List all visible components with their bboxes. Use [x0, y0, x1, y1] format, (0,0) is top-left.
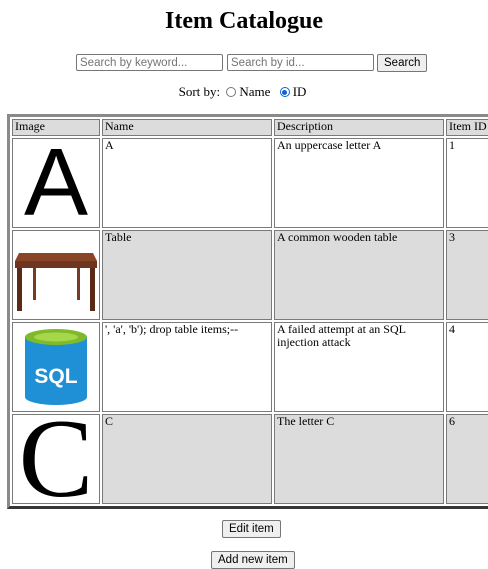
- column-header-name: Name: [102, 119, 272, 136]
- item-name-cell: C: [102, 414, 272, 504]
- edit-item-button[interactable]: Edit item: [222, 520, 281, 538]
- table-row[interactable]: A A An uppercase letter A 1: [12, 138, 488, 228]
- sort-id-label: ID: [292, 84, 307, 99]
- column-header-item-id: Item ID: [446, 119, 488, 136]
- letter-a-glyph: A: [23, 139, 89, 227]
- item-image-cell: SQL: [12, 322, 100, 412]
- column-header-image: Image: [12, 119, 100, 136]
- page-title: Item Catalogue: [165, 8, 323, 34]
- sort-label: Sort by:: [178, 84, 221, 99]
- item-id-cell: 1: [446, 138, 488, 228]
- sql-database-image: SQL: [13, 323, 99, 411]
- item-image-cell: [12, 230, 100, 320]
- table-row[interactable]: C C The letter C 6: [12, 414, 488, 504]
- column-header-description: Description: [274, 119, 444, 136]
- wooden-table-image: [13, 231, 99, 319]
- item-table: Image Name Description Item ID A A An up…: [7, 114, 488, 509]
- item-image-cell: A: [12, 138, 100, 228]
- item-name-cell: ', 'a', 'b'); drop table items;--: [102, 322, 272, 412]
- item-id-cell: 4: [446, 322, 488, 412]
- item-description-cell: The letter C: [274, 414, 444, 504]
- item-description-cell: A failed attempt at an SQL injection att…: [274, 322, 444, 412]
- search-button[interactable]: Search: [377, 54, 428, 72]
- item-image-cell: C: [12, 414, 100, 504]
- wooden-table-icon: [15, 253, 97, 311]
- id-search-input[interactable]: [227, 54, 374, 71]
- letter-a-image: A: [13, 139, 99, 227]
- table-row[interactable]: SQL ', 'a', 'b'); drop table items;-- A …: [12, 322, 488, 412]
- keyword-search-input[interactable]: [76, 54, 223, 71]
- letter-c-image: C: [13, 415, 99, 503]
- item-name-cell: Table: [102, 230, 272, 320]
- sort-by-id-option[interactable]: ID: [279, 84, 307, 99]
- item-name-cell: A: [102, 138, 272, 228]
- sql-database-icon: SQL: [25, 329, 87, 405]
- sort-controls: Sort by: Name ID: [0, 84, 488, 100]
- sort-by-name-option[interactable]: Name: [226, 84, 270, 99]
- item-description-cell: A common wooden table: [274, 230, 444, 320]
- sort-name-label: Name: [239, 84, 271, 99]
- item-description-cell: An uppercase letter A: [274, 138, 444, 228]
- add-new-item-button[interactable]: Add new item: [211, 551, 295, 569]
- sort-id-radio[interactable]: [279, 87, 290, 97]
- table-header-row: Image Name Description Item ID: [12, 119, 488, 136]
- sort-name-radio[interactable]: [226, 87, 237, 97]
- item-id-cell: 3: [446, 230, 488, 320]
- letter-c-glyph: C: [18, 415, 94, 503]
- sql-logo-text: SQL: [34, 365, 77, 388]
- item-id-cell: 6: [446, 414, 488, 504]
- table-row[interactable]: Table A common wooden table 3: [12, 230, 488, 320]
